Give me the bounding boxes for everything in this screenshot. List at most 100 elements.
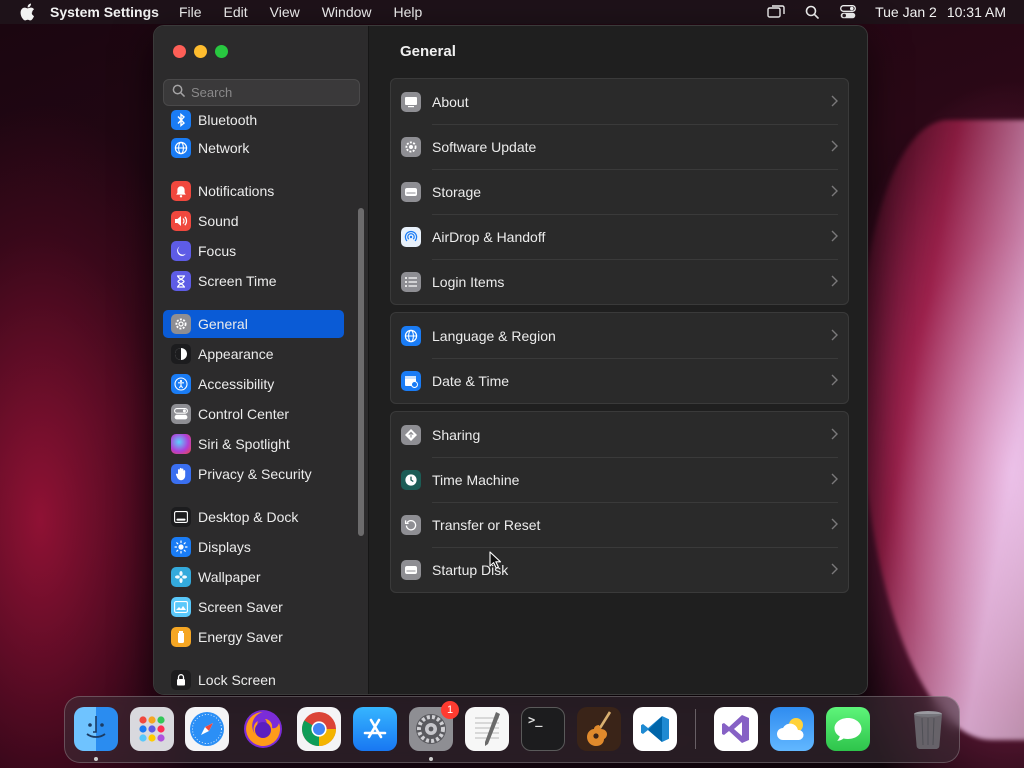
sidebar-item-appearance[interactable]: Appearance <box>163 340 344 368</box>
row-label: AirDrop & Handoff <box>432 228 546 245</box>
gear-icon <box>171 314 191 334</box>
menu-bar-clock[interactable]: Tue Jan 2 10:31 AM <box>875 4 1006 20</box>
mouse-cursor-icon <box>489 551 501 569</box>
menu-view[interactable]: View <box>270 4 300 20</box>
sidebar-scrollbar[interactable] <box>358 208 364 536</box>
system-settings-window: Bluetooth Network Notifications Sound <box>153 25 868 695</box>
clock-date: Tue Jan 2 <box>875 4 937 20</box>
sidebar-item-energy-saver[interactable]: Energy Saver <box>163 623 344 651</box>
row-label: Time Machine <box>432 471 520 488</box>
search-input[interactable] <box>191 85 351 100</box>
firefox-icon[interactable] <box>241 707 285 751</box>
sidebar-item-network[interactable]: Network <box>163 134 344 162</box>
menu-edit[interactable]: Edit <box>224 4 248 20</box>
dock-separator <box>695 709 696 749</box>
hand-icon <box>171 464 191 484</box>
row-label: Transfer or Reset <box>432 516 541 533</box>
sidebar-item-siri-spotlight[interactable]: Siri & Spotlight <box>163 430 344 458</box>
menu-help[interactable]: Help <box>394 4 423 20</box>
sidebar-item-label: Siri & Spotlight <box>198 436 290 452</box>
chevron-right-icon <box>831 140 838 152</box>
menu-file[interactable]: File <box>179 4 202 20</box>
menu-window[interactable]: Window <box>322 4 372 20</box>
minimize-window-button[interactable] <box>194 45 207 58</box>
sidebar-item-label: Displays <box>198 539 251 555</box>
system-settings-icon[interactable]: 1 <box>409 701 459 751</box>
chevron-right-icon <box>831 563 838 575</box>
sidebar-item-accessibility[interactable]: Accessibility <box>163 370 344 398</box>
sidebar-item-label: Desktop & Dock <box>198 509 299 525</box>
settings-group-locale: Language & Region Date & Time <box>390 312 849 404</box>
screen-mirroring-icon[interactable] <box>767 3 785 21</box>
trash-icon[interactable] <box>906 707 950 751</box>
textedit-icon[interactable] <box>465 707 509 751</box>
apple-menu-icon[interactable] <box>18 3 36 21</box>
row-software-update[interactable]: Software Update <box>391 124 848 169</box>
menu-app-name[interactable]: System Settings <box>50 4 159 20</box>
clock-time: 10:31 AM <box>946 4 1006 20</box>
sidebar-item-label: Privacy & Security <box>198 466 312 482</box>
sidebar-item-label: Energy Saver <box>198 629 283 645</box>
control-center-icon[interactable] <box>839 3 857 21</box>
siri-icon <box>171 434 191 454</box>
row-about[interactable]: About <box>391 79 848 124</box>
sidebar: Bluetooth Network Notifications Sound <box>154 26 369 694</box>
chrome-icon[interactable] <box>297 707 341 751</box>
moon-icon <box>171 241 191 261</box>
toggles-icon <box>171 404 191 424</box>
sidebar-item-label: Accessibility <box>198 376 275 392</box>
weather-icon[interactable] <box>770 707 814 751</box>
sidebar-item-desktop-dock[interactable]: Desktop & Dock <box>163 503 344 531</box>
row-airdrop-handoff[interactable]: AirDrop & Handoff <box>391 214 848 259</box>
notification-badge: 1 <box>441 701 459 719</box>
sidebar-item-screen-saver[interactable]: Screen Saver <box>163 593 344 621</box>
row-login-items[interactable]: Login Items <box>391 259 848 304</box>
sidebar-item-notifications[interactable]: Notifications <box>163 177 344 205</box>
vscode-icon[interactable] <box>633 707 677 751</box>
sidebar-item-label: Notifications <box>198 183 275 199</box>
appearance-icon <box>171 344 191 364</box>
row-label: Storage <box>432 183 482 200</box>
sidebar-item-general[interactable]: General <box>163 310 344 338</box>
finder-icon[interactable] <box>74 707 118 751</box>
zoom-window-button[interactable] <box>215 45 228 58</box>
sidebar-item-lock-screen[interactable]: Lock Screen <box>163 666 344 694</box>
app-store-icon[interactable] <box>353 707 397 751</box>
guitar-icon[interactable] <box>577 707 621 751</box>
launchpad-icon[interactable] <box>130 707 174 751</box>
close-window-button[interactable] <box>173 45 186 58</box>
sidebar-item-label: Focus <box>198 243 237 259</box>
sidebar-item-label: Control Center <box>198 406 290 422</box>
sidebar-item-label: Screen Time <box>198 273 277 289</box>
sun-icon <box>171 537 191 557</box>
hourglass-icon <box>171 271 191 291</box>
sidebar-item-control-center[interactable]: Control Center <box>163 400 344 428</box>
row-time-machine[interactable]: Time Machine <box>391 457 848 502</box>
spotlight-search-icon[interactable] <box>803 3 821 21</box>
sidebar-item-wallpaper[interactable]: Wallpaper <box>163 563 344 591</box>
row-date-time[interactable]: Date & Time <box>391 358 848 403</box>
chevron-right-icon <box>831 275 838 287</box>
calendar-clock-icon <box>401 370 421 391</box>
sidebar-item-bluetooth[interactable]: Bluetooth <box>163 110 344 134</box>
safari-icon[interactable] <box>185 707 229 751</box>
row-transfer-reset[interactable]: Transfer or Reset <box>391 502 848 547</box>
sidebar-item-privacy-security[interactable]: Privacy & Security <box>163 460 344 488</box>
row-startup-disk[interactable]: Startup Disk <box>391 547 848 592</box>
terminal-icon[interactable]: >_ <box>521 707 565 751</box>
row-label: Language & Region <box>432 327 556 344</box>
row-language-region[interactable]: Language & Region <box>391 313 848 358</box>
messages-icon[interactable] <box>826 707 870 751</box>
sidebar-item-label: Network <box>198 140 250 156</box>
system-settings-running-indicator <box>429 757 433 761</box>
row-storage[interactable]: Storage <box>391 169 848 214</box>
row-label: Date & Time <box>432 372 510 389</box>
visual-studio-icon[interactable] <box>714 707 758 751</box>
sidebar-item-sound[interactable]: Sound <box>163 207 344 235</box>
row-sharing[interactable]: Sharing <box>391 412 848 457</box>
sidebar-item-focus[interactable]: Focus <box>163 237 344 265</box>
drive-icon <box>401 181 421 202</box>
sidebar-item-screen-time[interactable]: Screen Time <box>163 267 344 295</box>
sidebar-item-displays[interactable]: Displays <box>163 533 344 561</box>
sidebar-search[interactable] <box>163 79 360 106</box>
